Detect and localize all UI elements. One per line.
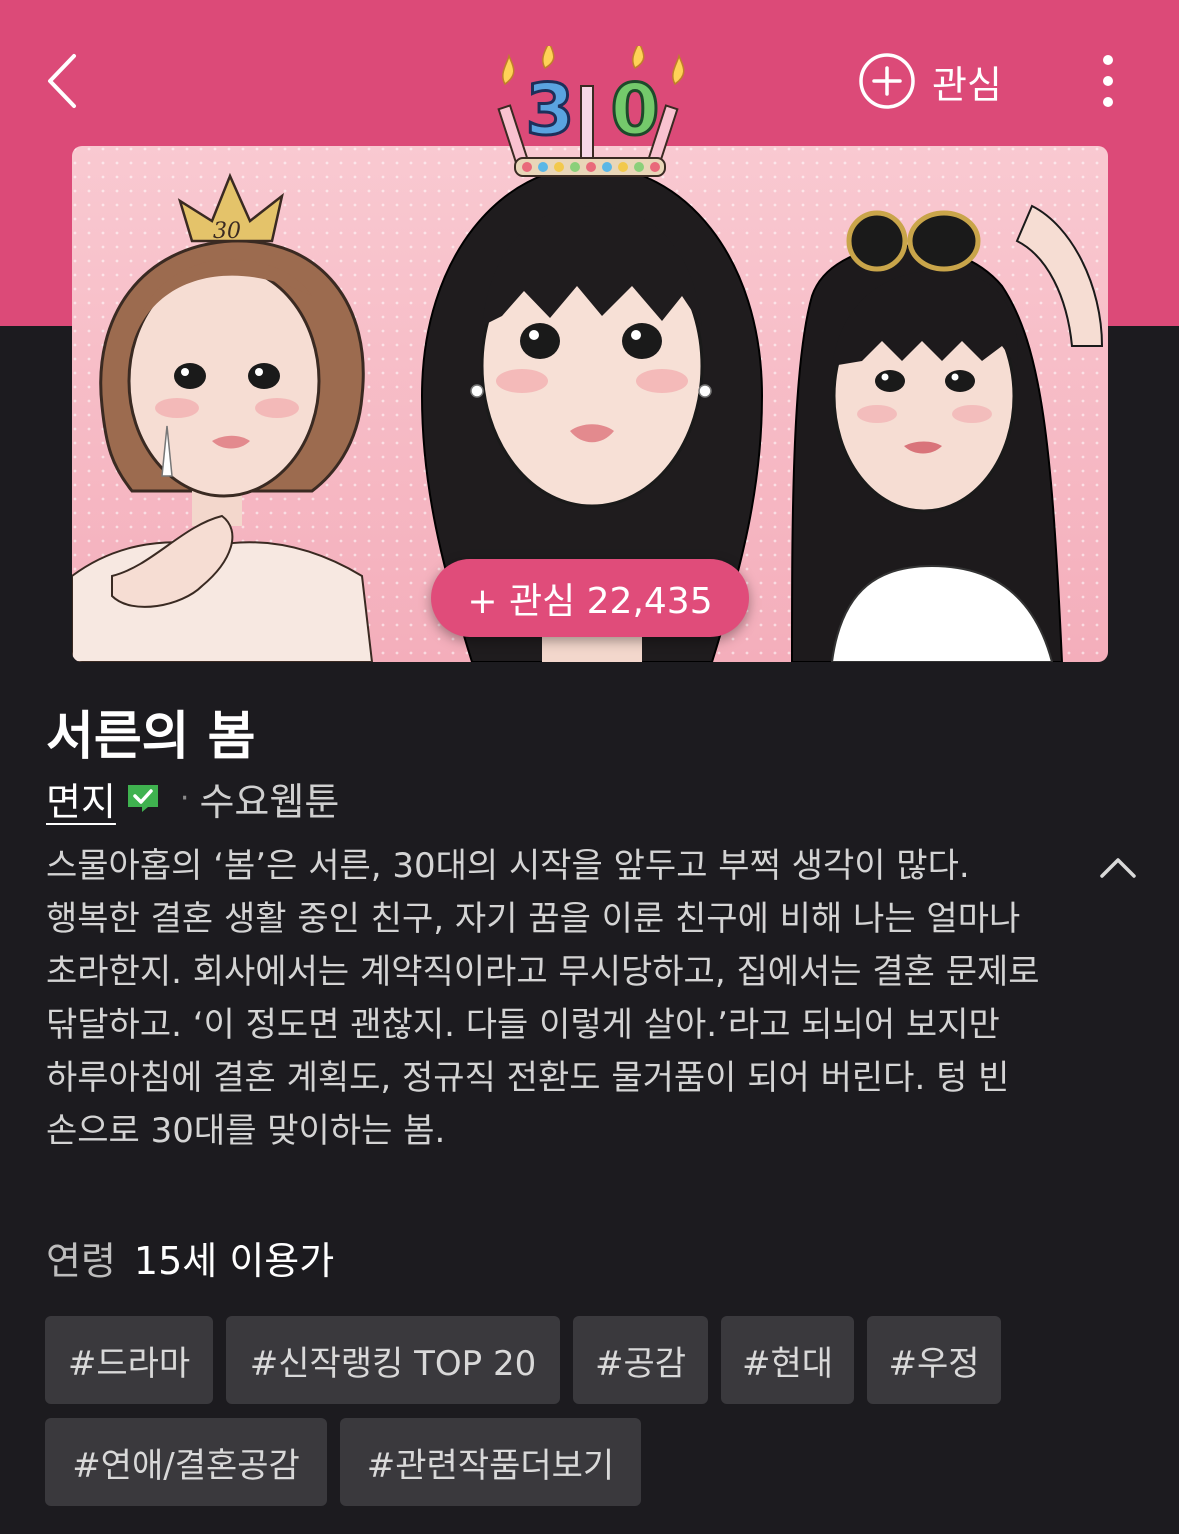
schedule-label: 수요웹툰 xyxy=(199,779,340,824)
age-value: 15세 이용가 xyxy=(133,1239,335,1283)
work-meta: 면지 · 수요웹툰 xyxy=(46,770,339,826)
work-description: 스물아홉의 ‘봄’은 서른, 30대의 시작을 앞두고 부쩍 생각이 많다. 행… xyxy=(46,846,1040,1151)
age-label: 연령 xyxy=(46,1239,116,1283)
verified-badge-icon xyxy=(127,785,158,812)
tag-chip[interactable]: #공감 xyxy=(573,1316,708,1404)
chevron-up-icon xyxy=(1100,858,1136,878)
header-favorite-label: 관심 xyxy=(932,62,1002,107)
author-link[interactable]: 면지 xyxy=(46,771,116,826)
meta-separator: · xyxy=(179,780,190,816)
chevron-left-icon xyxy=(48,54,76,108)
cover-favorite-button[interactable]: + 관심 22,435 xyxy=(431,559,749,637)
candle-crown: 3 0 xyxy=(485,39,695,191)
work-title: 서른의 봄 xyxy=(46,707,256,767)
age-rating: 연령 15세 이용가 xyxy=(46,1230,334,1285)
tag-chip[interactable]: #연애/결혼공감 xyxy=(45,1418,327,1506)
collapse-description-button[interactable] xyxy=(1096,848,1140,888)
tag-chip[interactable]: #현대 xyxy=(721,1316,854,1404)
tag-chip[interactable]: #드라마 xyxy=(45,1316,213,1404)
plus-circle-icon xyxy=(859,53,915,109)
back-button[interactable] xyxy=(40,50,92,112)
cover-favorite-label: + 관심 22,435 xyxy=(467,581,713,622)
tag-chip[interactable]: #신작랭킹 TOP 20 xyxy=(226,1316,560,1404)
left-crown-text: 30 xyxy=(213,219,241,244)
tag-chip[interactable]: #우정 xyxy=(867,1316,1001,1404)
crown-number-3: 3 xyxy=(526,69,575,151)
more-options-button[interactable] xyxy=(1088,50,1128,112)
header-favorite-button[interactable]: 관심 xyxy=(858,52,1002,110)
tag-chip[interactable]: #관련작품더보기 xyxy=(340,1418,641,1506)
crown-number-0: 0 xyxy=(611,69,660,151)
glasses-30: 30 xyxy=(846,210,981,272)
more-vertical-icon xyxy=(1103,55,1113,107)
